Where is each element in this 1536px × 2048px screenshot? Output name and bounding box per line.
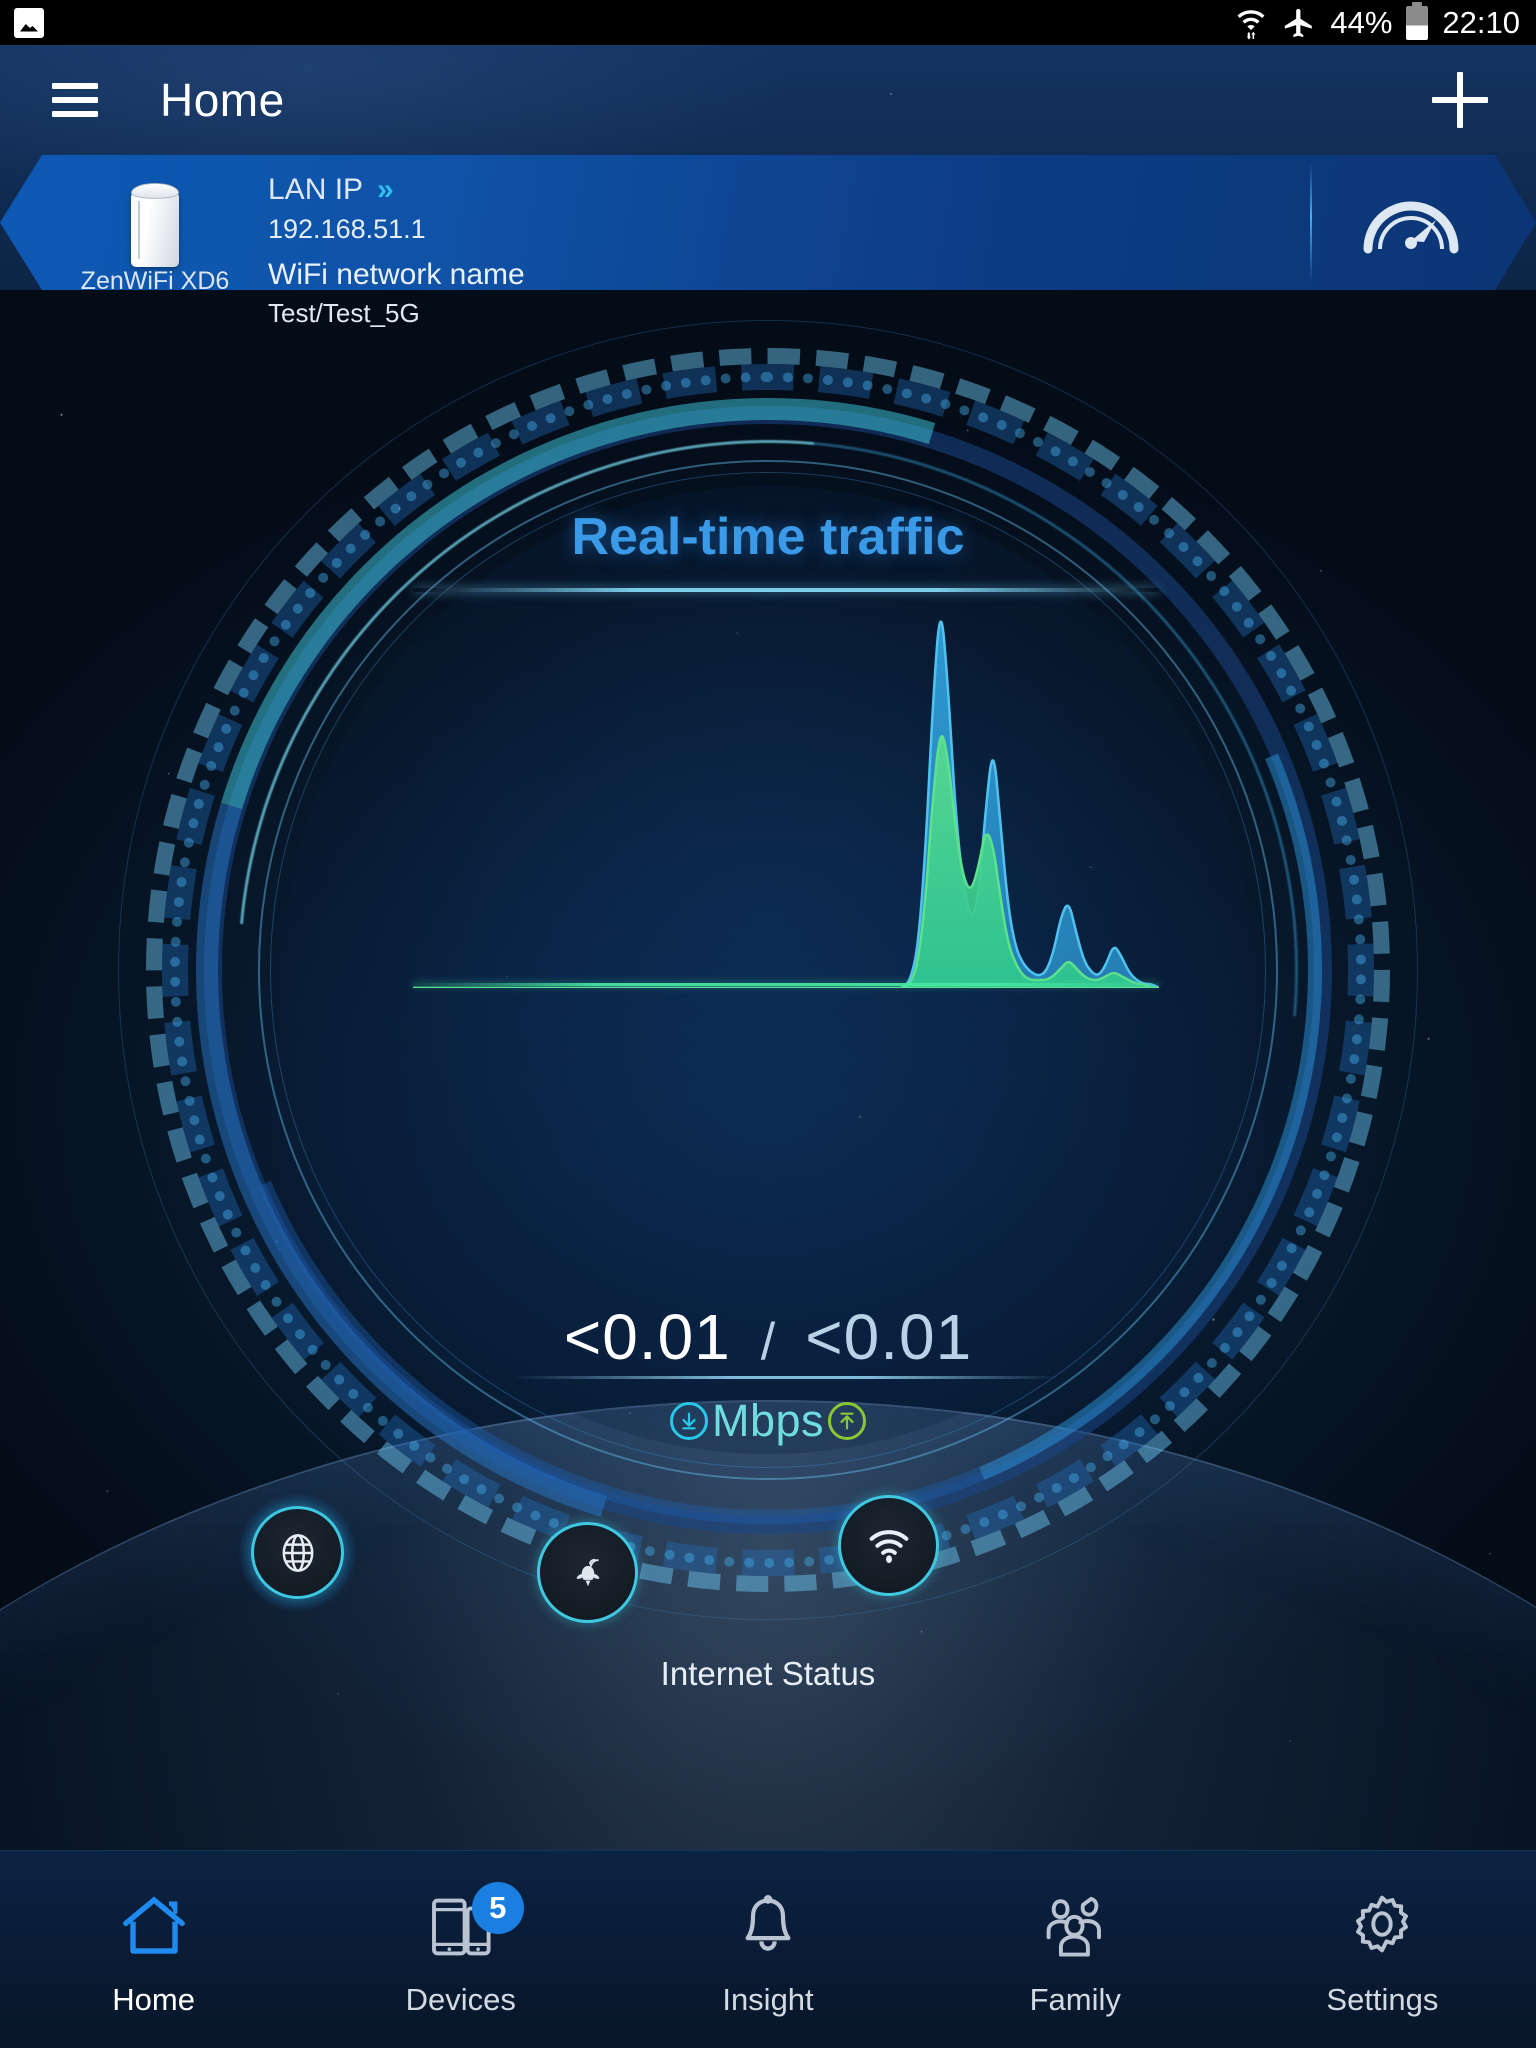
asus-router-app-screen: 44% 22:10 Home ZenWiFi XD6 LAN IP » 192.… xyxy=(0,0,1536,2048)
status-bar-left-icons xyxy=(14,7,44,38)
unit-row: Mbps xyxy=(0,1395,1536,1447)
nav-label-home: Home xyxy=(112,1981,195,2017)
lan-ip-value: 192.168.51.1 xyxy=(268,214,426,244)
nav-label-family: Family xyxy=(1029,1981,1121,2017)
battery-percent: 44% xyxy=(1330,4,1393,40)
wifi-network-label: WiFi network name xyxy=(268,258,525,291)
upload-speed-value: <0.01 xyxy=(805,1301,973,1373)
home-icon xyxy=(122,1895,185,1954)
router-device-name: ZenWiFi XD6 xyxy=(80,267,230,295)
wifi-network-value: Test/Test_5G xyxy=(268,298,420,328)
family-icon xyxy=(1046,1896,1102,1957)
mesh-node-icon xyxy=(575,1558,600,1586)
airplane-mode-icon xyxy=(1285,8,1313,37)
nav-label-settings: Settings xyxy=(1326,1981,1439,2017)
realtime-traffic-panel: Real-time traffic <0.01 / <0.01 Mbps xyxy=(0,290,1536,1850)
wifi-button[interactable] xyxy=(838,1495,939,1596)
nav-label-insight: Insight xyxy=(722,1981,814,2017)
chevron-right-icon[interactable]: » xyxy=(377,173,394,207)
app-header: Home xyxy=(0,45,1536,155)
gear-icon xyxy=(1356,1895,1409,1952)
battery-icon xyxy=(1406,1,1429,40)
internet-globe-button[interactable] xyxy=(240,1495,355,1610)
wifi-transfer-icon xyxy=(1237,9,1265,40)
devices-badge: 5 xyxy=(471,1881,524,1934)
globe-icon xyxy=(282,1533,313,1572)
download-arrow-icon xyxy=(669,1402,708,1440)
bottom-navigation-bar: Home 5 Devices Insight Family Settings xyxy=(0,1850,1536,2048)
traffic-chart xyxy=(413,590,1159,988)
internet-status-label: Internet Status xyxy=(660,1655,876,1692)
speed-readout: <0.01 / <0.01 xyxy=(0,1300,1536,1374)
chart-baseline xyxy=(413,983,1159,986)
hamburger-menu-icon[interactable] xyxy=(52,83,98,117)
page-title: Home xyxy=(160,74,285,126)
android-status-bar: 44% 22:10 xyxy=(0,0,1536,45)
nav-label-devices: Devices xyxy=(405,1981,516,2017)
bell-icon xyxy=(745,1894,791,1951)
realtime-traffic-title: Real-time traffic xyxy=(571,508,965,566)
main-dashboard: Real-time traffic <0.01 / <0.01 Mbps Int… xyxy=(0,290,1536,1850)
nav-item-home[interactable]: Home xyxy=(0,1851,307,2048)
banner-divider xyxy=(1310,163,1312,283)
nav-item-family[interactable]: Family xyxy=(922,1851,1229,2048)
router-icon xyxy=(125,179,185,267)
aimesh-node-button[interactable] xyxy=(537,1522,638,1623)
clock: 22:10 xyxy=(1442,4,1520,40)
nav-item-insight[interactable]: Insight xyxy=(614,1851,921,2048)
router-banner[interactable]: ZenWiFi XD6 LAN IP » 192.168.51.1 WiFi n… xyxy=(0,155,1536,328)
router-banner-info: LAN IP » 192.168.51.1 WiFi network name … xyxy=(268,173,525,329)
nav-item-settings[interactable]: Settings xyxy=(1229,1851,1536,2048)
status-bar-right-icons: 44% 22:10 xyxy=(1234,1,1520,41)
speed-unit-label: Mbps xyxy=(711,1395,825,1446)
unit-divider-rule xyxy=(513,1376,1059,1379)
wifi-signal-icon xyxy=(869,1529,908,1563)
lan-ip-label: LAN IP xyxy=(268,173,364,206)
upload-arrow-icon xyxy=(828,1402,867,1440)
speed-separator: / xyxy=(760,1313,776,1371)
image-icon xyxy=(14,7,44,38)
speedometer-icon[interactable] xyxy=(1356,187,1466,259)
nav-item-devices[interactable]: 5 Devices xyxy=(307,1851,614,2048)
download-speed-value: <0.01 xyxy=(563,1301,731,1373)
plus-icon[interactable] xyxy=(1432,72,1488,128)
